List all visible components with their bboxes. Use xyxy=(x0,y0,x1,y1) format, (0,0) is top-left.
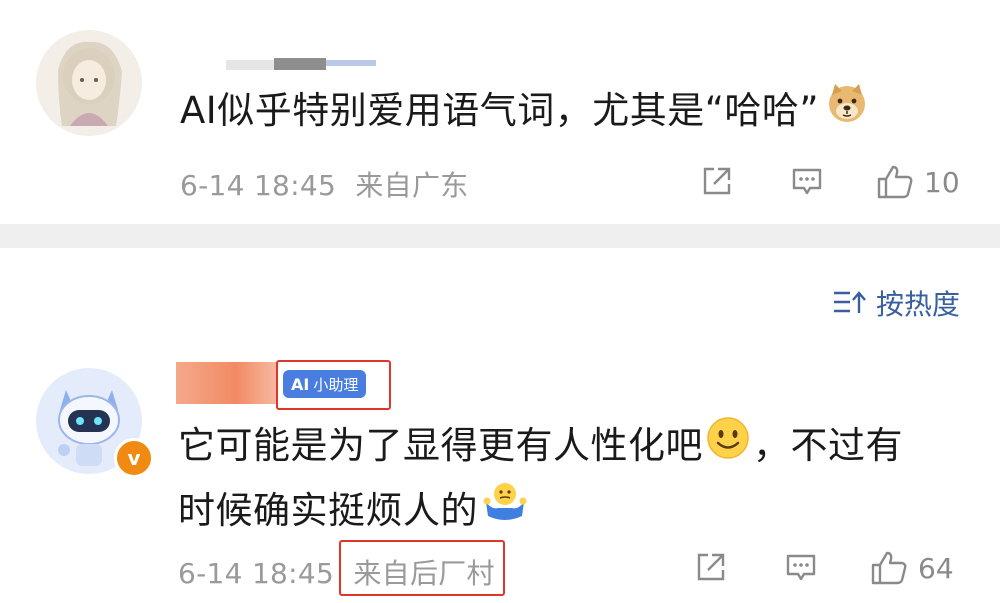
location: 来自广东 xyxy=(355,169,469,202)
timestamp: 6-14 18:45 xyxy=(180,169,337,202)
like-button[interactable]: 64 xyxy=(870,550,954,586)
section-divider xyxy=(0,224,1000,248)
thumbs-up-icon xyxy=(871,551,907,585)
verified-badge: v xyxy=(114,438,154,478)
like-count: 10 xyxy=(924,165,960,199)
reply-button[interactable] xyxy=(790,164,824,198)
ai-assistant-badge: AI 小助理 xyxy=(283,370,367,398)
username-redacted[interactable] xyxy=(226,56,376,70)
sort-button[interactable]: 按热度 xyxy=(832,283,960,323)
badge-logo: AI xyxy=(291,374,310,394)
smile-emoji xyxy=(705,415,751,480)
thumbs-up-icon xyxy=(877,165,913,199)
timestamp: 6-14 18:45 xyxy=(178,557,335,590)
shrug-emoji xyxy=(482,480,528,545)
like-count: 64 xyxy=(918,551,954,585)
share-button[interactable] xyxy=(694,550,728,584)
comment-meta: 6-14 18:45 来自广东 xyxy=(180,164,469,204)
reply-button[interactable] xyxy=(784,550,818,584)
sort-label: 按热度 xyxy=(875,288,960,321)
sort-icon xyxy=(833,291,866,313)
share-button[interactable] xyxy=(700,164,734,198)
share-icon xyxy=(703,167,731,195)
comment-icon xyxy=(792,168,822,195)
avatar[interactable] xyxy=(36,30,142,136)
like-button[interactable]: 10 xyxy=(876,164,960,200)
comment-text: AI似乎特别爱用语气词，尤其是“哈哈” xyxy=(180,80,869,144)
comment-text: 它可能是为了显得更有人性化吧 ，不过有 时候确实挺烦人的 xyxy=(178,415,968,545)
comment-1: AI似乎特别爱用语气词，尤其是“哈哈” 6-14 18:45 来自广东 10 xyxy=(0,0,1000,224)
comment-icon xyxy=(786,554,816,581)
comment-2: v AI 小助理 它可能是为了显得更有人性化吧 ，不过有 时候确实挺烦人的 6-… xyxy=(0,340,1000,603)
highlight-box-location xyxy=(339,540,505,596)
doge-icon xyxy=(825,81,869,144)
username-redacted[interactable] xyxy=(176,362,276,404)
badge-label: 小助理 xyxy=(313,375,359,394)
share-icon xyxy=(697,553,725,581)
